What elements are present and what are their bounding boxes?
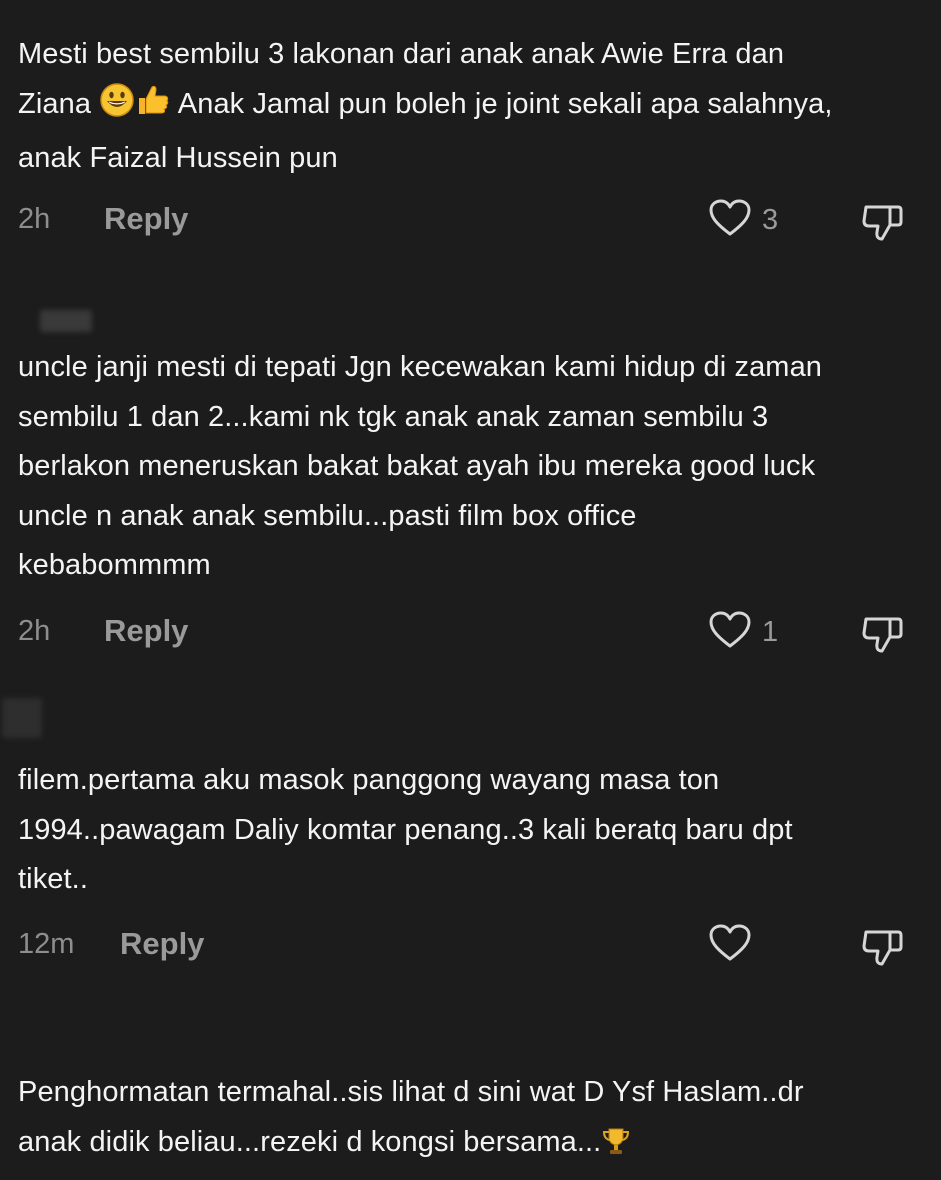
dislike-button[interactable] <box>860 199 904 243</box>
dislike-button[interactable] <box>860 611 904 655</box>
comment-text: uncle janji mesti di tepati Jgn kecewaka… <box>18 343 918 591</box>
reply-button[interactable]: Reply <box>104 613 188 649</box>
trophy-emoji-icon <box>601 1123 631 1173</box>
comment-line: kebabommmm <box>18 549 211 581</box>
heart-outline-icon <box>708 610 752 655</box>
comment-line: anak Faizal Hussein pun <box>18 142 338 174</box>
comment-time: 12m <box>18 928 75 960</box>
thumbs-down-outline-icon <box>860 617 904 659</box>
thumbs-up-emoji-icon <box>135 82 171 135</box>
comment-line: Penghormatan termahal..sis lihat d sini … <box>18 1076 804 1108</box>
grinning-face-emoji-icon <box>99 82 135 135</box>
thumbs-down-outline-icon <box>860 930 904 972</box>
comment-line: anak didik beliau...rezeki d kongsi bers… <box>18 1125 602 1158</box>
comment-line: Ziana <box>18 87 92 120</box>
reply-button[interactable]: Reply <box>104 201 188 237</box>
comment-line: uncle janji mesti di tepati Jgn kecewaka… <box>18 351 823 383</box>
like-count: 3 <box>762 203 779 236</box>
like-button[interactable]: 3 <box>708 197 778 243</box>
reply-button[interactable]: Reply <box>120 926 204 962</box>
comment-actions: 2h Reply 1 <box>0 607 941 657</box>
like-count: 1 <box>762 615 779 648</box>
comment-line: Anak Jamal pun boleh je joint sekali apa… <box>177 87 833 120</box>
comment-line: tiket.. <box>18 863 88 895</box>
comment-line: uncle n anak anak sembilu...pasti film b… <box>18 499 637 532</box>
comment-time: 2h <box>18 615 51 647</box>
heart-outline-icon <box>708 923 752 968</box>
comment-line: filem.pertama aku masok panggong wayang … <box>18 764 720 796</box>
username-redacted <box>40 310 92 332</box>
heart-outline-icon <box>708 198 752 243</box>
comment-actions: 12m Reply <box>0 920 941 970</box>
username-redacted <box>2 698 42 738</box>
like-button[interactable] <box>708 922 762 968</box>
comment-text: filem.pertama aku masok panggong wayang … <box>18 756 918 905</box>
comment-line: berlakon meneruskan bakat bakat ayah ibu… <box>18 450 816 482</box>
thumbs-down-outline-icon <box>860 205 904 247</box>
dislike-button[interactable] <box>860 924 904 968</box>
comment-line: 1994..pawagam Daliy komtar penang..3 kal… <box>18 813 793 846</box>
comment-text: Penghormatan termahal..sis lihat d sini … <box>18 1068 918 1172</box>
comment-line: sembilu 1 dan 2...kami nk tgk anak anak … <box>18 400 769 433</box>
like-button[interactable]: 1 <box>708 609 778 655</box>
comment-actions: 2h Reply 3 <box>0 195 941 245</box>
comment-line: Mesti best sembilu 3 lakonan dari anak a… <box>18 38 785 70</box>
comment-time: 2h <box>18 203 51 235</box>
comment-text: Mesti best sembilu 3 lakonan dari anak a… <box>18 30 918 184</box>
